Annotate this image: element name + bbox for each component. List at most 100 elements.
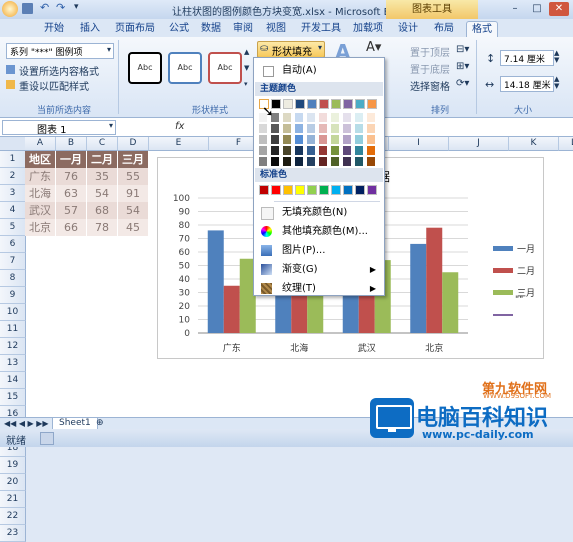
- reset-style-button[interactable]: 重设以匹配样式: [6, 78, 114, 93]
- shape-style-sample[interactable]: Abc: [208, 52, 242, 84]
- tab-formulas[interactable]: 公式: [165, 21, 193, 36]
- theme-color-swatch[interactable]: [295, 113, 303, 122]
- menu-item-no-fill[interactable]: 无填充颜色(N): [258, 204, 380, 221]
- row-header[interactable]: 11: [0, 321, 26, 338]
- table-cell[interactable]: 91: [118, 185, 149, 202]
- row-header[interactable]: 4: [0, 202, 26, 219]
- group-icon[interactable]: ⊞▾: [456, 61, 469, 72]
- theme-color-swatch[interactable]: [343, 157, 351, 166]
- bring-to-front-button[interactable]: 置于顶层: [410, 44, 450, 59]
- name-box[interactable]: 图表 1 ▾: [2, 120, 116, 136]
- chart-element-selector[interactable]: 系列 "***" 图例项 ▾: [6, 43, 114, 59]
- theme-color-swatch[interactable]: [295, 135, 303, 144]
- table-cell[interactable]: 76: [56, 168, 87, 185]
- column-header[interactable]: A: [25, 137, 56, 151]
- column-header[interactable]: D: [118, 137, 149, 151]
- theme-color-swatch[interactable]: [367, 135, 375, 144]
- column-header[interactable]: L: [559, 137, 573, 151]
- row-header[interactable]: 6: [0, 236, 26, 253]
- theme-color-swatch[interactable]: [319, 124, 327, 133]
- theme-color-swatch[interactable]: [319, 135, 327, 144]
- theme-color-swatch[interactable]: [367, 146, 375, 155]
- theme-color-swatch[interactable]: [307, 124, 315, 133]
- format-selection-button[interactable]: 设置所选内容格式: [6, 63, 114, 78]
- row-header[interactable]: 15: [0, 389, 26, 406]
- standard-color-swatch[interactable]: [283, 185, 293, 195]
- width-input[interactable]: 14.18 厘米: [500, 76, 554, 92]
- standard-color-swatch[interactable]: [271, 185, 281, 195]
- theme-color-swatch[interactable]: [355, 99, 365, 109]
- table-cell[interactable]: 北海: [25, 185, 56, 202]
- standard-color-swatch[interactable]: [259, 185, 269, 195]
- theme-color-swatch[interactable]: [259, 124, 267, 133]
- theme-color-swatch[interactable]: [343, 146, 351, 155]
- theme-color-swatch[interactable]: [307, 99, 317, 109]
- height-spinner-icon[interactable]: ▲ ▼: [554, 50, 559, 64]
- save-icon[interactable]: [22, 3, 33, 14]
- insert-sheet-icon[interactable]: ⊕: [96, 418, 104, 429]
- standard-color-swatch[interactable]: [319, 185, 329, 195]
- theme-color-swatch[interactable]: [271, 157, 279, 166]
- shape-fill-button[interactable]: ⛀ 形状填充 ▾: [257, 41, 325, 58]
- table-cell[interactable]: 63: [56, 185, 87, 202]
- column-header[interactable]: E: [149, 137, 209, 151]
- macro-record-icon[interactable]: [40, 432, 54, 445]
- fx-icon[interactable]: fx: [175, 121, 184, 132]
- theme-color-swatch[interactable]: [319, 146, 327, 155]
- table-cell[interactable]: 68: [87, 202, 118, 219]
- table-cell[interactable]: 66: [56, 219, 87, 236]
- row-header[interactable]: 19: [0, 457, 26, 474]
- theme-color-swatch[interactable]: [307, 157, 315, 166]
- theme-color-swatch[interactable]: [259, 157, 267, 166]
- row-header[interactable]: 10: [0, 304, 26, 321]
- tab-addins[interactable]: 加载项: [350, 21, 386, 36]
- tab-view[interactable]: 视图: [262, 21, 290, 36]
- theme-color-swatch[interactable]: [271, 135, 279, 144]
- row-header[interactable]: 1: [0, 151, 26, 168]
- height-input[interactable]: 7.14 厘米: [500, 50, 554, 66]
- gallery-scroll-up-icon[interactable]: ▲: [244, 48, 249, 56]
- table-cell[interactable]: 54: [87, 185, 118, 202]
- theme-color-swatch[interactable]: [367, 124, 375, 133]
- row-header[interactable]: 12: [0, 338, 26, 355]
- theme-color-swatch[interactable]: [295, 99, 305, 109]
- customize-qat-icon[interactable]: ▾: [74, 2, 79, 12]
- theme-color-swatch[interactable]: [259, 135, 267, 144]
- theme-color-swatch[interactable]: [295, 157, 303, 166]
- gallery-more-icon[interactable]: ▾: [244, 80, 248, 88]
- tab-layout[interactable]: 布局: [430, 21, 458, 36]
- theme-color-swatch[interactable]: [331, 99, 341, 109]
- tab-page-layout[interactable]: 页面布局: [110, 21, 160, 36]
- row-header[interactable]: 14: [0, 372, 26, 389]
- table-header-cell[interactable]: 一月: [56, 151, 87, 168]
- align-icon[interactable]: ⊟▾: [456, 44, 469, 55]
- row-header[interactable]: 5: [0, 219, 26, 236]
- theme-color-swatch[interactable]: [367, 113, 375, 122]
- theme-color-swatch[interactable]: [331, 135, 339, 144]
- row-header[interactable]: 21: [0, 491, 26, 508]
- theme-color-swatch[interactable]: [319, 113, 327, 122]
- table-header-cell[interactable]: 地区: [25, 151, 56, 168]
- theme-color-swatch[interactable]: [343, 135, 351, 144]
- sheet-nav-arrows-icon[interactable]: ◀◀ ◀ ▶ ▶▶: [4, 418, 49, 429]
- send-to-back-button[interactable]: 置于底层: [410, 61, 450, 76]
- table-cell[interactable]: 35: [87, 168, 118, 185]
- tab-home[interactable]: 开始: [40, 21, 68, 36]
- theme-color-swatch[interactable]: [319, 157, 327, 166]
- theme-color-swatch[interactable]: [367, 157, 375, 166]
- theme-color-swatch[interactable]: [307, 113, 315, 122]
- tab-data[interactable]: 数据: [197, 21, 225, 36]
- standard-color-swatch[interactable]: [331, 185, 341, 195]
- rotate-icon[interactable]: ⟳▾: [456, 78, 469, 89]
- theme-color-swatch[interactable]: [355, 124, 363, 133]
- menu-item-gradient[interactable]: 渐变(G) ▶: [258, 261, 380, 278]
- table-cell[interactable]: 45: [118, 219, 149, 236]
- column-header[interactable]: K: [509, 137, 559, 151]
- table-header-cell[interactable]: 二月: [87, 151, 118, 168]
- theme-color-swatch[interactable]: [331, 124, 339, 133]
- row-header[interactable]: 9: [0, 287, 26, 304]
- theme-color-swatch[interactable]: [283, 146, 291, 155]
- maximize-button[interactable]: □: [527, 2, 547, 16]
- selection-pane-button[interactable]: 选择窗格: [410, 78, 450, 93]
- column-header[interactable]: J: [449, 137, 509, 151]
